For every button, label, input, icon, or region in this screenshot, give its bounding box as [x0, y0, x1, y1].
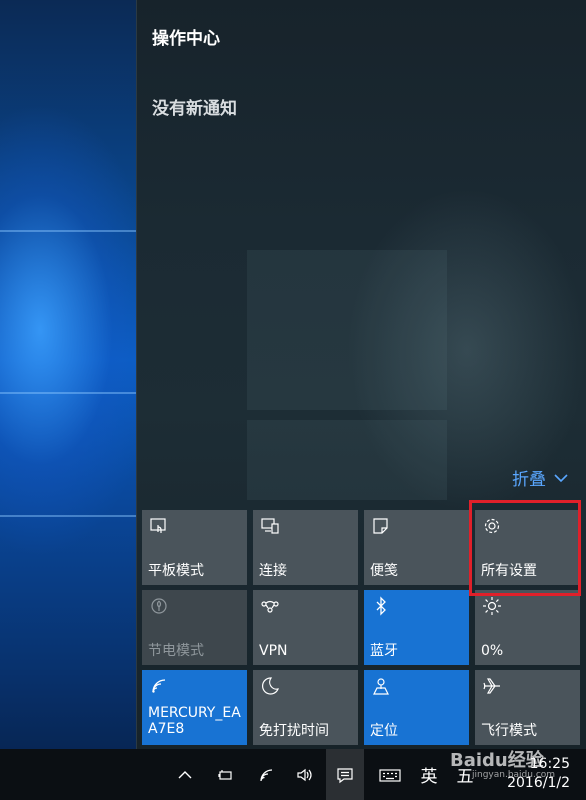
tablet-mode-icon	[150, 518, 166, 533]
note-icon	[373, 518, 388, 534]
tile-label: MERCURY_EA A7E8	[148, 705, 241, 737]
show-hidden-icons-button[interactable]	[172, 749, 198, 800]
tile-label: 节电模式	[148, 643, 204, 659]
collapse-button[interactable]: 折叠	[512, 465, 568, 490]
battery-icon	[218, 769, 232, 780]
tile-note[interactable]: 便笺	[364, 510, 469, 585]
no-notifications-text: 没有新通知	[152, 99, 237, 119]
tile-bluetooth[interactable]: 蓝牙	[364, 590, 469, 665]
action-center-tray-button[interactable]	[326, 749, 364, 800]
wifi-icon	[260, 768, 273, 781]
taskbar: 英 五 16:25 2016/1/2	[0, 749, 586, 800]
speaker-icon	[297, 768, 312, 781]
tile-label: 蓝牙	[370, 643, 398, 659]
wifi-network-name-line1: MERCURY_EA	[148, 705, 241, 721]
location-icon	[373, 678, 389, 695]
tile-label: VPN	[259, 643, 288, 659]
keyboard-icon	[379, 768, 401, 782]
battery-tray-button[interactable]	[210, 749, 240, 800]
tile-label: 0%	[481, 643, 504, 659]
clock-date: 2016/1/2	[507, 775, 570, 791]
tile-label: 所有设置	[481, 563, 537, 579]
brightness-icon	[483, 597, 501, 615]
vpn-icon	[261, 600, 279, 613]
moon-icon	[262, 677, 279, 695]
touch-keyboard-button[interactable]	[372, 749, 408, 800]
tile-vpn[interactable]: VPN	[253, 590, 358, 665]
action-center-title: 操作中心	[152, 29, 220, 49]
ime-language-button[interactable]: 英	[414, 749, 444, 800]
tile-battery-saver[interactable]: 节电模式	[142, 590, 247, 665]
notification-icon	[337, 767, 353, 783]
wallpaper-light-line	[0, 392, 136, 394]
tile-tablet-mode[interactable]: 平板模式	[142, 510, 247, 585]
tile-connect[interactable]: 连接	[253, 510, 358, 585]
clock-time: 16:25	[529, 756, 570, 772]
wifi-network-name-line2: A7E8	[148, 721, 185, 737]
tile-location[interactable]: 定位	[364, 670, 469, 745]
tile-brightness[interactable]: 0%	[475, 590, 580, 665]
tile-label: 连接	[259, 563, 287, 579]
network-tray-button[interactable]	[252, 749, 282, 800]
ime-mode-button[interactable]: 五	[450, 749, 480, 800]
tile-label: 飞行模式	[481, 723, 537, 739]
clock[interactable]: 16:25 2016/1/2	[507, 755, 570, 793]
connect-icon	[261, 518, 279, 534]
tile-label: 平板模式	[148, 563, 204, 579]
tile-airplane-mode[interactable]: 飞行模式	[475, 670, 580, 745]
wallpaper-light-line	[0, 230, 136, 232]
collapse-label: 折叠	[512, 470, 546, 490]
wallpaper-light-line	[0, 515, 136, 517]
chevron-down-icon	[554, 473, 568, 482]
tile-wifi[interactable]: MERCURY_EA A7E8	[142, 670, 247, 745]
tile-all-settings[interactable]: 所有设置	[475, 510, 580, 585]
gear-icon	[484, 518, 500, 534]
blurred-background	[247, 250, 447, 410]
battery-saver-icon	[151, 598, 167, 614]
wifi-icon	[152, 679, 166, 693]
tile-quiet-hours[interactable]: 免打扰时间	[253, 670, 358, 745]
volume-tray-button[interactable]	[290, 749, 320, 800]
airplane-icon	[483, 678, 500, 694]
bluetooth-icon	[376, 596, 386, 616]
tile-label: 便笺	[370, 563, 398, 579]
tile-label: 定位	[370, 723, 398, 739]
tile-label: 免打扰时间	[259, 723, 329, 739]
blurred-background	[247, 420, 447, 500]
chevron-up-icon	[178, 770, 192, 778]
